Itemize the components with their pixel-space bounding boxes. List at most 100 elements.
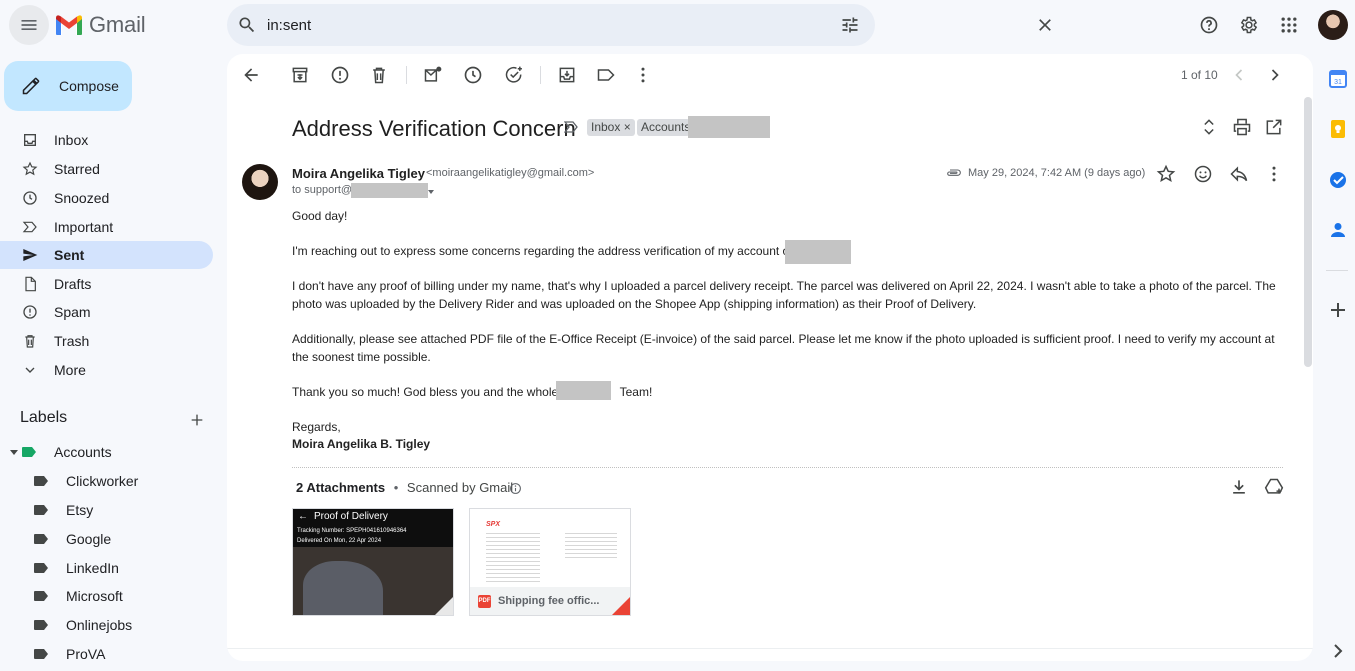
contacts-icon[interactable]: [1328, 220, 1348, 240]
labels-button[interactable]: [586, 55, 626, 95]
add-task-icon: [505, 66, 522, 83]
archive-icon: [292, 67, 308, 83]
reply-button[interactable]: [1219, 154, 1259, 194]
sidebar-item-inbox[interactable]: Inbox: [0, 126, 213, 154]
search-bar[interactable]: [227, 4, 1051, 46]
calendar-icon[interactable]: 31: [1328, 69, 1348, 89]
recipient-details-caret-icon[interactable]: [428, 189, 434, 195]
page-curl: [612, 597, 630, 615]
gear-icon: [1240, 16, 1258, 34]
create-label-button[interactable]: [177, 400, 217, 440]
info-icon[interactable]: [509, 482, 522, 495]
attachment-proof-of-delivery[interactable]: ← Proof of Delivery Tracking Number: SPEP…: [292, 508, 454, 616]
label-chip-inbox[interactable]: Inbox ×: [587, 119, 635, 136]
label-item-accounts[interactable]: Accounts: [0, 438, 213, 466]
sidebar-item-drafts[interactable]: Drafts: [0, 270, 213, 298]
support-button[interactable]: [1189, 5, 1229, 45]
arrow-back-icon: ←: [298, 511, 308, 522]
search-input[interactable]: [267, 4, 787, 46]
compose-button[interactable]: Compose: [4, 61, 132, 111]
label-item-onlinejobs[interactable]: Onlinejobs: [0, 611, 213, 639]
settings-button[interactable]: [1229, 5, 1269, 45]
tasks-icon[interactable]: [1328, 170, 1348, 190]
recipient-prefix: to support@: [292, 184, 353, 196]
sidebar-item-snoozed[interactable]: Snoozed: [0, 184, 213, 212]
more-actions-button[interactable]: [623, 55, 663, 95]
body-paragraph-2: I don't have any proof of billing under …: [292, 279, 1276, 311]
clear-search-button[interactable]: [1025, 5, 1065, 45]
label-item-prova[interactable]: ProVA: [0, 640, 213, 668]
label-item-etsy[interactable]: Etsy: [0, 496, 213, 524]
sidebar-item-label: Snoozed: [54, 190, 110, 206]
attachment-shipping-fee-pdf[interactable]: SPX PDF Shipping fee offic...: [469, 508, 631, 616]
help-icon: [1200, 16, 1218, 34]
save-to-drive-button[interactable]: [1254, 467, 1294, 507]
app-name: Gmail: [89, 12, 146, 37]
more-vert-icon: [1272, 166, 1276, 182]
pdf-preview-lines: [486, 533, 540, 583]
label-icon: [597, 69, 615, 81]
download-all-button[interactable]: [1219, 467, 1259, 507]
label-name: ProVA: [66, 646, 106, 662]
arrow-back-icon: [244, 68, 258, 82]
archive-button[interactable]: [280, 55, 320, 95]
google-apps-button[interactable]: [1269, 5, 1309, 45]
older-button[interactable]: [1255, 55, 1295, 95]
label-chip-accounts[interactable]: Accounts: [637, 119, 691, 136]
search-options-button[interactable]: [830, 5, 870, 45]
move-to-button[interactable]: [547, 55, 587, 95]
menu-icon: [21, 20, 37, 30]
search-icon[interactable]: [237, 15, 257, 35]
message-date: May 29, 2024, 7:42 AM (9 days ago): [968, 167, 1146, 179]
snooze-button[interactable]: [453, 55, 493, 95]
remove-label-icon[interactable]: ×: [624, 120, 631, 134]
back-button[interactable]: [231, 55, 271, 95]
add-to-drive-icon: [1264, 478, 1284, 494]
message-more-button[interactable]: [1254, 154, 1294, 194]
newer-button[interactable]: [1219, 55, 1259, 95]
account-avatar[interactable]: [1318, 10, 1348, 40]
print-icon: [1233, 118, 1251, 136]
star-button[interactable]: [1146, 154, 1186, 194]
tune-icon: [842, 17, 858, 33]
message-scrollbar[interactable]: [1304, 97, 1312, 367]
label-item-clickworker[interactable]: Clickworker: [0, 467, 213, 495]
separator-dot: •: [393, 480, 399, 495]
body-text: Team!: [619, 385, 653, 399]
important-marker-icon[interactable]: [564, 121, 578, 133]
emoji-icon: [1194, 165, 1212, 183]
get-addons-plus-icon[interactable]: [1328, 300, 1348, 320]
gmail-logo[interactable]: Gmail: [55, 12, 146, 38]
recipient-line[interactable]: to support@: [292, 184, 352, 196]
sidebar-item-spam[interactable]: Spam: [0, 298, 213, 326]
add-to-tasks-button[interactable]: [494, 55, 534, 95]
attachments-divider: [292, 467, 1283, 468]
body-closing: Regards,: [292, 420, 341, 434]
delete-button[interactable]: [359, 55, 399, 95]
report-spam-button[interactable]: [320, 55, 360, 95]
sidebar-item-more[interactable]: More: [0, 356, 213, 384]
sidebar-item-label: Trash: [54, 333, 90, 349]
sidebar-item-sent[interactable]: Sent: [0, 241, 213, 269]
sidebar-item-important[interactable]: Important: [0, 213, 213, 241]
label-item-microsoft[interactable]: Microsoft: [0, 582, 213, 610]
sidebar-item-trash[interactable]: Trash: [0, 327, 213, 355]
sender-name[interactable]: Moira Angelika Tigley: [292, 166, 425, 181]
open-new-window-button[interactable]: [1254, 107, 1294, 147]
plus-icon: [191, 414, 203, 426]
keep-icon[interactable]: [1328, 119, 1348, 139]
redacted-area: [556, 381, 611, 400]
add-reaction-button[interactable]: [1183, 154, 1223, 194]
mark-unread-button[interactable]: [413, 55, 453, 95]
star-icon: [22, 161, 38, 176]
attachment-2-brand: SPX: [486, 521, 501, 528]
important-icon: [22, 221, 37, 233]
label-item-linkedin[interactable]: LinkedIn: [0, 554, 213, 582]
label-tag-icon: [34, 476, 48, 486]
sender-avatar[interactable]: [242, 164, 278, 200]
main-menu-button[interactable]: [9, 5, 49, 45]
chevron-right-icon[interactable]: [1328, 641, 1348, 661]
more-vert-icon: [641, 67, 645, 83]
label-item-google[interactable]: Google: [0, 525, 213, 553]
sidebar-item-starred[interactable]: Starred: [0, 155, 213, 183]
